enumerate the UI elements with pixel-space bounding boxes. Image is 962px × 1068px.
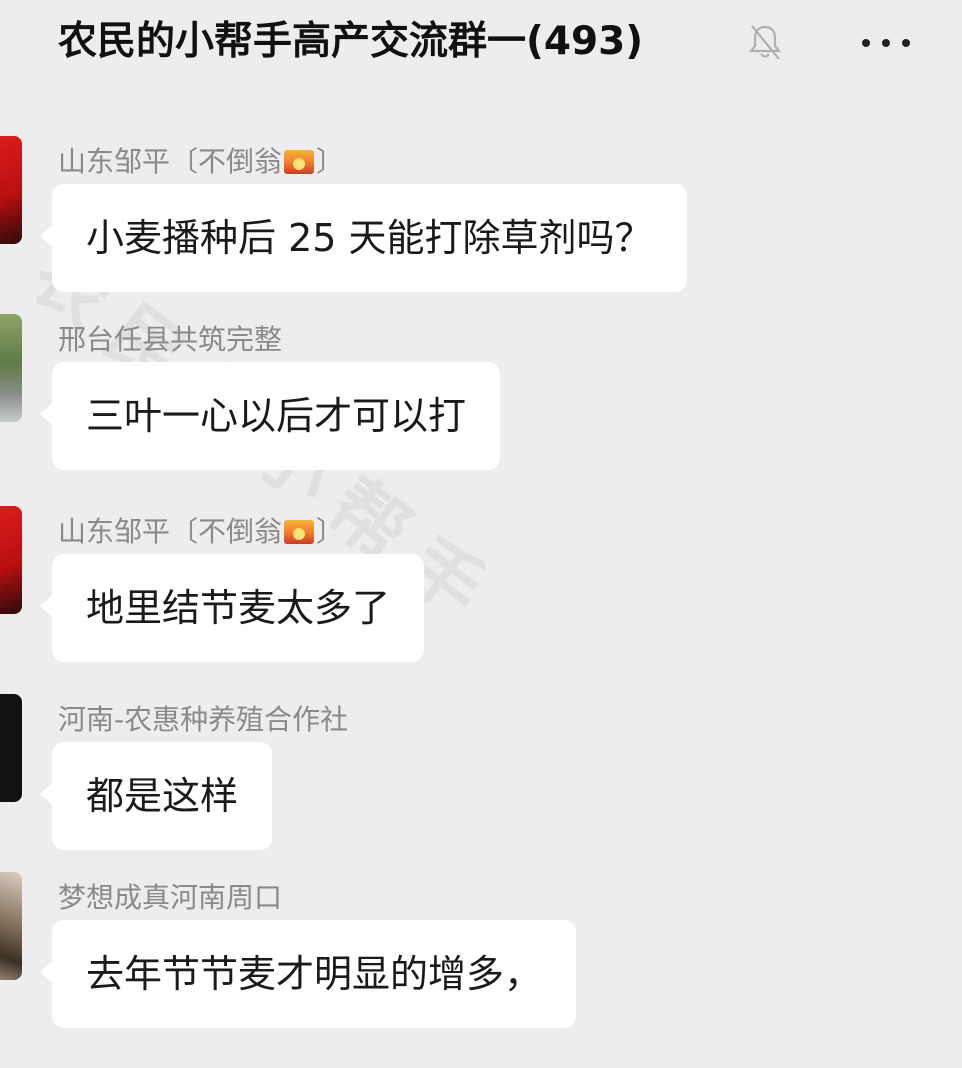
sender-name: 山东邹平〔不倒翁〕: [58, 515, 345, 548]
message-bubble[interactable]: 三叶一心以后才可以打: [39, 362, 501, 470]
message-bubble[interactable]: 都是这样: [39, 742, 273, 850]
bell-slash-icon: [748, 25, 782, 60]
avatar[interactable]: [0, 694, 22, 802]
sunset-emoji-icon: [284, 520, 315, 544]
message-bubble[interactable]: 小麦播种后 25 天能打除草剂吗？: [40, 184, 687, 292]
sender-name: 河南-农惠种养殖合作社: [58, 703, 349, 736]
message-bubble[interactable]: 地里结节麦太多了: [39, 554, 425, 662]
chat-header: 农民的小帮手高产交流群一(493): [0, 0, 962, 90]
avatar[interactable]: [0, 506, 22, 614]
avatar[interactable]: [0, 136, 22, 244]
avatar[interactable]: [0, 872, 22, 980]
more-dots-icon[interactable]: [858, 26, 914, 60]
sunset-emoji-icon: [284, 150, 315, 174]
avatar[interactable]: [0, 314, 22, 422]
message-bubble[interactable]: 去年节节麦才明显的增多，: [39, 920, 577, 1028]
chat-title[interactable]: 农民的小帮手高产交流群一(493): [58, 14, 643, 70]
sender-name: 邢台任县共筑完整: [58, 323, 283, 356]
sender-name: 梦想成真河南周口: [58, 881, 283, 914]
sender-name: 山东邹平〔不倒翁〕: [58, 145, 345, 178]
